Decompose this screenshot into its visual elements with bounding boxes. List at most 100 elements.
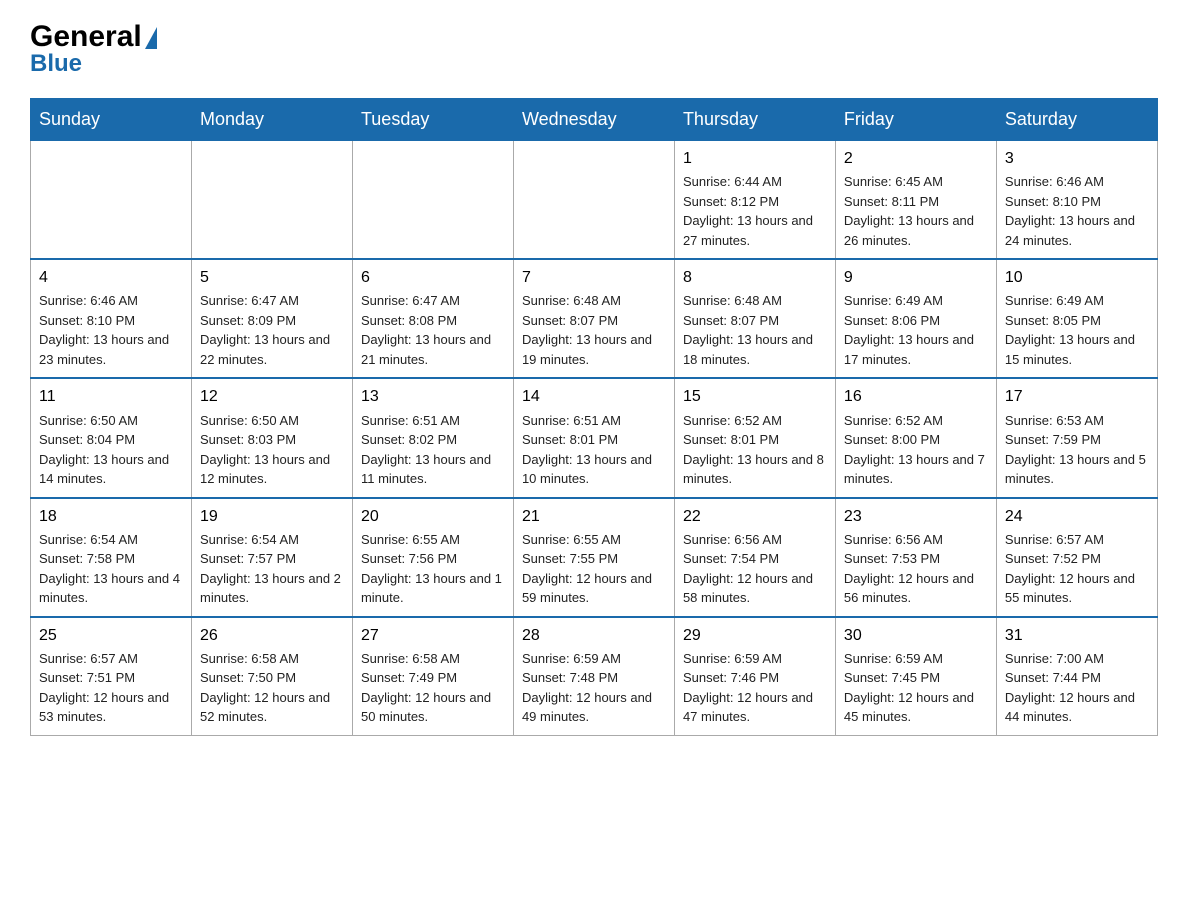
calendar-cell: 21Sunrise: 6:55 AMSunset: 7:55 PMDayligh… <box>513 498 674 617</box>
calendar-cell: 5Sunrise: 6:47 AMSunset: 8:09 PMDaylight… <box>191 259 352 378</box>
day-number: 6 <box>361 266 505 289</box>
calendar-cell: 15 Sunrise: 6:52 AMSunset: 8:01 PMDayligh… <box>674 378 835 497</box>
calendar-week-3: 11 Sunrise: 6:50 AMSunset: 8:04 PMDayligh… <box>31 378 1158 497</box>
calendar-cell: 22Sunrise: 6:56 AMSunset: 7:54 PMDayligh… <box>674 498 835 617</box>
day-info: Sunrise: 6:56 AMSunset: 7:53 PMDaylight:… <box>844 530 988 608</box>
day-info: Sunrise: 6:49 AMSunset: 8:05 PMDaylight:… <box>1005 291 1149 369</box>
day-number: 5 <box>200 266 344 289</box>
weekday-header-tuesday: Tuesday <box>352 99 513 141</box>
calendar-cell: 26Sunrise: 6:58 AMSunset: 7:50 PMDayligh… <box>191 617 352 736</box>
day-number: 29 <box>683 624 827 647</box>
calendar-cell: 24Sunrise: 6:57 AMSunset: 7:52 PMDayligh… <box>996 498 1157 617</box>
day-info: Sunrise: 6:52 AMSunset: 8:00 PMDaylight:… <box>844 411 988 489</box>
calendar-cell: 23Sunrise: 6:56 AMSunset: 7:53 PMDayligh… <box>835 498 996 617</box>
day-number: 14 <box>522 385 666 408</box>
day-number: 22 <box>683 505 827 528</box>
day-info: Sunrise: 6:47 AMSunset: 8:09 PMDaylight:… <box>200 291 344 369</box>
day-info: Sunrise: 6:54 AMSunset: 7:58 PMDaylight:… <box>39 530 183 608</box>
calendar-cell: 9Sunrise: 6:49 AMSunset: 8:06 PMDaylight… <box>835 259 996 378</box>
day-info: Sunrise: 6:45 AMSunset: 8:11 PMDaylight:… <box>844 172 988 250</box>
calendar-cell: 31Sunrise: 7:00 AMSunset: 7:44 PMDayligh… <box>996 617 1157 736</box>
calendar-table: SundayMondayTuesdayWednesdayThursdayFrid… <box>30 98 1158 736</box>
calendar-cell: 18Sunrise: 6:54 AMSunset: 7:58 PMDayligh… <box>31 498 192 617</box>
calendar-week-4: 18Sunrise: 6:54 AMSunset: 7:58 PMDayligh… <box>31 498 1158 617</box>
day-number: 20 <box>361 505 505 528</box>
day-number: 2 <box>844 147 988 170</box>
weekday-header-wednesday: Wednesday <box>513 99 674 141</box>
calendar-cell: 7Sunrise: 6:48 AMSunset: 8:07 PMDaylight… <box>513 259 674 378</box>
calendar-cell: 1Sunrise: 6:44 AMSunset: 8:12 PMDaylight… <box>674 141 835 260</box>
day-info: Sunrise: 6:51 AMSunset: 8:02 PMDaylight:… <box>361 411 505 489</box>
day-number: 19 <box>200 505 344 528</box>
day-info: Sunrise: 6:44 AMSunset: 8:12 PMDaylight:… <box>683 172 827 250</box>
day-number: 8 <box>683 266 827 289</box>
day-info: Sunrise: 6:50 AMSunset: 8:03 PMDaylight:… <box>200 411 344 489</box>
day-number: 25 <box>39 624 183 647</box>
calendar-cell: 8Sunrise: 6:48 AMSunset: 8:07 PMDaylight… <box>674 259 835 378</box>
calendar-week-1: 1Sunrise: 6:44 AMSunset: 8:12 PMDaylight… <box>31 141 1158 260</box>
day-number: 23 <box>844 505 988 528</box>
weekday-header-monday: Monday <box>191 99 352 141</box>
day-number: 18 <box>39 505 183 528</box>
calendar-cell: 17 Sunrise: 6:53 AMSunset: 7:59 PMDayligh… <box>996 378 1157 497</box>
calendar-week-2: 4Sunrise: 6:46 AMSunset: 8:10 PMDaylight… <box>31 259 1158 378</box>
calendar-cell: 20Sunrise: 6:55 AMSunset: 7:56 PMDayligh… <box>352 498 513 617</box>
calendar-cell <box>31 141 192 260</box>
calendar-cell: 6Sunrise: 6:47 AMSunset: 8:08 PMDaylight… <box>352 259 513 378</box>
day-number: 26 <box>200 624 344 647</box>
day-info: Sunrise: 6:53 AMSunset: 7:59 PMDaylight:… <box>1005 411 1149 489</box>
day-info: Sunrise: 6:54 AMSunset: 7:57 PMDaylight:… <box>200 530 344 608</box>
logo: General Blue <box>30 20 157 78</box>
day-info: Sunrise: 6:48 AMSunset: 8:07 PMDaylight:… <box>522 291 666 369</box>
calendar-cell <box>513 141 674 260</box>
logo-general: General <box>30 20 157 54</box>
weekday-header-sunday: Sunday <box>31 99 192 141</box>
day-info: Sunrise: 6:59 AMSunset: 7:48 PMDaylight:… <box>522 649 666 727</box>
day-info: Sunrise: 6:57 AMSunset: 7:51 PMDaylight:… <box>39 649 183 727</box>
day-info: Sunrise: 6:47 AMSunset: 8:08 PMDaylight:… <box>361 291 505 369</box>
day-number: 17 <box>1005 385 1149 408</box>
calendar-cell: 4Sunrise: 6:46 AMSunset: 8:10 PMDaylight… <box>31 259 192 378</box>
calendar-cell: 3Sunrise: 6:46 AMSunset: 8:10 PMDaylight… <box>996 141 1157 260</box>
calendar-cell: 13Sunrise: 6:51 AMSunset: 8:02 PMDayligh… <box>352 378 513 497</box>
day-info: Sunrise: 6:59 AMSunset: 7:45 PMDaylight:… <box>844 649 988 727</box>
day-info: Sunrise: 6:46 AMSunset: 8:10 PMDaylight:… <box>39 291 183 369</box>
day-number: 11 <box>39 385 183 408</box>
day-info: Sunrise: 6:55 AMSunset: 7:56 PMDaylight:… <box>361 530 505 608</box>
calendar-cell: 25Sunrise: 6:57 AMSunset: 7:51 PMDayligh… <box>31 617 192 736</box>
day-number: 21 <box>522 505 666 528</box>
day-info: Sunrise: 6:58 AMSunset: 7:50 PMDaylight:… <box>200 649 344 727</box>
day-info: Sunrise: 6:55 AMSunset: 7:55 PMDaylight:… <box>522 530 666 608</box>
day-info: Sunrise: 7:00 AMSunset: 7:44 PMDaylight:… <box>1005 649 1149 727</box>
calendar-week-5: 25Sunrise: 6:57 AMSunset: 7:51 PMDayligh… <box>31 617 1158 736</box>
weekday-header-friday: Friday <box>835 99 996 141</box>
calendar-cell: 11 Sunrise: 6:50 AMSunset: 8:04 PMDayligh… <box>31 378 192 497</box>
day-number: 10 <box>1005 266 1149 289</box>
day-number: 16 <box>844 385 988 408</box>
calendar-cell: 29Sunrise: 6:59 AMSunset: 7:46 PMDayligh… <box>674 617 835 736</box>
day-info: Sunrise: 6:57 AMSunset: 7:52 PMDaylight:… <box>1005 530 1149 608</box>
header: General Blue <box>30 20 1158 78</box>
calendar-cell: 28Sunrise: 6:59 AMSunset: 7:48 PMDayligh… <box>513 617 674 736</box>
weekday-header-thursday: Thursday <box>674 99 835 141</box>
calendar-cell: 10Sunrise: 6:49 AMSunset: 8:05 PMDayligh… <box>996 259 1157 378</box>
weekday-header-saturday: Saturday <box>996 99 1157 141</box>
day-number: 9 <box>844 266 988 289</box>
day-number: 15 <box>683 385 827 408</box>
day-number: 3 <box>1005 147 1149 170</box>
day-number: 1 <box>683 147 827 170</box>
calendar-cell <box>352 141 513 260</box>
day-number: 12 <box>200 385 344 408</box>
day-number: 27 <box>361 624 505 647</box>
day-number: 28 <box>522 624 666 647</box>
day-info: Sunrise: 6:56 AMSunset: 7:54 PMDaylight:… <box>683 530 827 608</box>
weekday-header-row: SundayMondayTuesdayWednesdayThursdayFrid… <box>31 99 1158 141</box>
day-info: Sunrise: 6:52 AMSunset: 8:01 PMDaylight:… <box>683 411 827 489</box>
day-info: Sunrise: 6:49 AMSunset: 8:06 PMDaylight:… <box>844 291 988 369</box>
day-number: 30 <box>844 624 988 647</box>
calendar-cell: 27Sunrise: 6:58 AMSunset: 7:49 PMDayligh… <box>352 617 513 736</box>
day-number: 24 <box>1005 505 1149 528</box>
day-info: Sunrise: 6:50 AMSunset: 8:04 PMDaylight:… <box>39 411 183 489</box>
day-info: Sunrise: 6:59 AMSunset: 7:46 PMDaylight:… <box>683 649 827 727</box>
calendar-cell: 12 Sunrise: 6:50 AMSunset: 8:03 PMDayligh… <box>191 378 352 497</box>
